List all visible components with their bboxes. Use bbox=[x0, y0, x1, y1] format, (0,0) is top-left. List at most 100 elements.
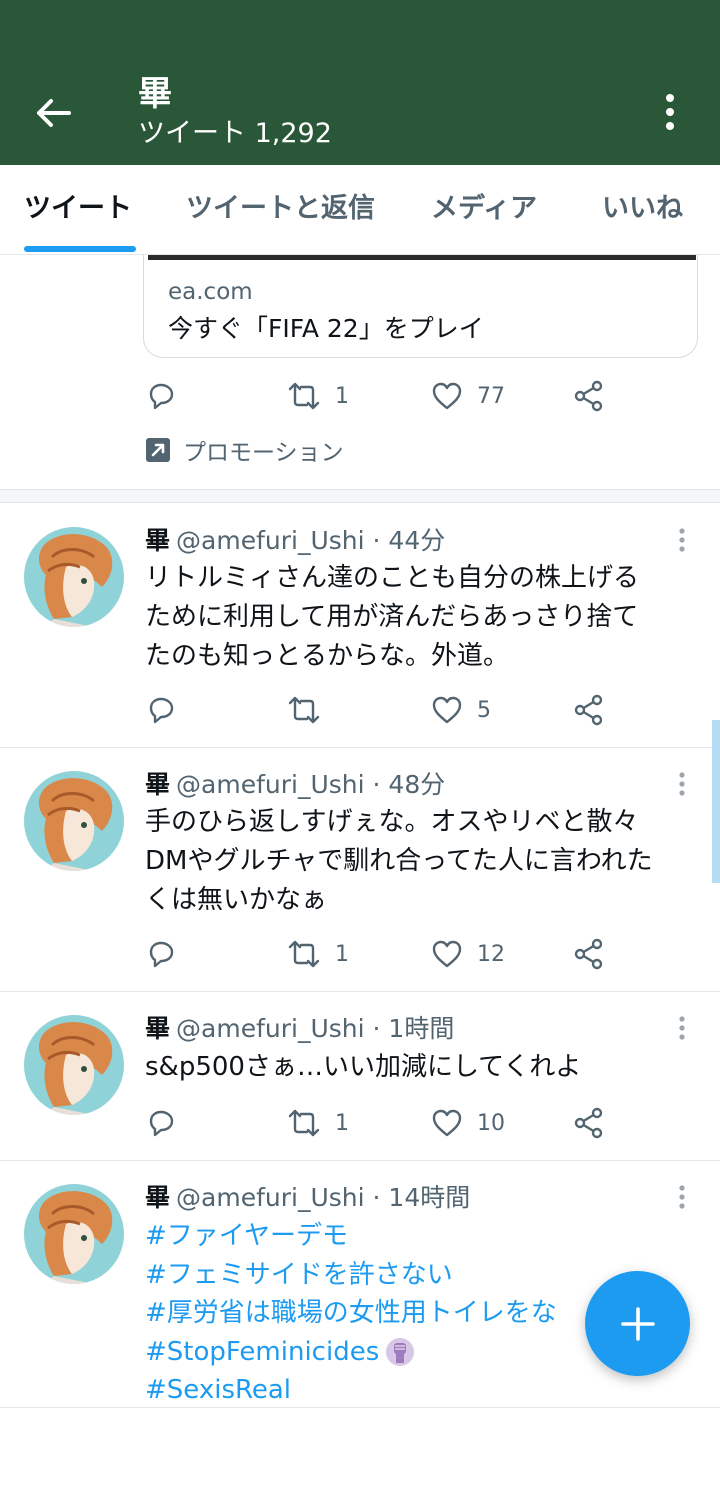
share-button[interactable] bbox=[573, 378, 605, 414]
app-header: 畢 ツイート 1,292 bbox=[0, 0, 720, 165]
tweet-text: 手のひら返しすげぇな。オスやリベと散々 DMやグルチャで馴れ合ってた人に言われた… bbox=[145, 803, 700, 920]
link-domain: ea.com bbox=[168, 279, 253, 305]
reply-button[interactable] bbox=[145, 692, 177, 728]
heart-icon bbox=[432, 1109, 462, 1137]
tab-media[interactable]: メディア bbox=[431, 191, 537, 227]
like-button[interactable]: 77 bbox=[431, 378, 505, 414]
tab-tweets[interactable]: ツイート bbox=[24, 191, 132, 227]
reply-icon bbox=[149, 697, 174, 724]
tweet-header: 畢 @amefuri_Ushi · 44分 bbox=[145, 525, 445, 557]
hashtag-link[interactable]: #StopFeminicides bbox=[145, 1333, 379, 1372]
share-button[interactable] bbox=[573, 692, 605, 728]
back-button[interactable] bbox=[30, 90, 76, 136]
reply-button[interactable] bbox=[145, 1105, 177, 1141]
tweet-header: 畢 @amefuri_Ushi · 14時間 bbox=[145, 1182, 470, 1214]
tweet-text-line: ために利用して用が済んだらあっさり捨て bbox=[145, 602, 639, 632]
tweet-text-line: DMやグルチャで馴れ合ってた人に言われた bbox=[145, 846, 653, 876]
retweet-count: 1 bbox=[335, 941, 349, 967]
scrollbar[interactable] bbox=[712, 720, 720, 883]
reply-icon bbox=[149, 1110, 174, 1137]
like-button[interactable]: 12 bbox=[431, 936, 505, 972]
reply-icon bbox=[149, 941, 174, 968]
avatar-image bbox=[24, 771, 124, 871]
hashtag-link[interactable]: #SexisReal bbox=[145, 1371, 700, 1410]
vertical-dots-icon bbox=[679, 772, 685, 796]
arrow-left-icon bbox=[37, 99, 71, 127]
share-icon bbox=[574, 694, 603, 726]
avatar-image bbox=[24, 527, 124, 627]
reply-icon bbox=[149, 383, 174, 410]
avatar[interactable] bbox=[24, 1015, 124, 1115]
avatar[interactable] bbox=[24, 771, 124, 871]
tweet[interactable]: 畢 @amefuri_Ushi · 44分 リトルミィさん達のことも自分の株上げる… bbox=[0, 505, 720, 747]
tweet-text: s&p500さぁ…いい加減にしてくれよ bbox=[145, 1048, 700, 1087]
display-name[interactable]: 畢 bbox=[145, 770, 170, 799]
tweet-menu-button[interactable] bbox=[672, 769, 692, 799]
retweet-button[interactable] bbox=[287, 692, 335, 728]
avatar[interactable] bbox=[24, 1184, 124, 1284]
timestamp[interactable]: · 1時間 bbox=[373, 1014, 455, 1043]
retweet-icon bbox=[288, 940, 320, 968]
retweet-button[interactable]: 1 bbox=[287, 936, 349, 972]
section-divider bbox=[0, 489, 720, 503]
avatar[interactable] bbox=[24, 527, 124, 627]
share-button[interactable] bbox=[573, 1105, 605, 1141]
tab-tweets-and-replies[interactable]: ツイートと返信 bbox=[186, 191, 375, 227]
handle[interactable]: @amefuri_Ushi bbox=[176, 526, 365, 555]
like-count: 12 bbox=[477, 941, 505, 967]
retweet-count: 1 bbox=[335, 1110, 349, 1136]
share-icon bbox=[574, 380, 603, 412]
avatar-image bbox=[24, 1184, 124, 1284]
timestamp[interactable]: · 44分 bbox=[373, 526, 446, 555]
vertical-dots-icon bbox=[679, 528, 685, 552]
handle[interactable]: @amefuri_Ushi bbox=[176, 1183, 365, 1212]
hashtag-link[interactable]: #ファイヤーデモ bbox=[145, 1217, 700, 1256]
more-options-button[interactable] bbox=[652, 92, 688, 132]
retweet-button[interactable]: 1 bbox=[287, 1105, 349, 1141]
tweet-header: 畢 @amefuri_Ushi · 1時間 bbox=[145, 1013, 454, 1045]
like-count: 77 bbox=[477, 383, 505, 409]
link-card[interactable]: ea.com 今すぐ「FIFA 22」をプレイ bbox=[143, 255, 698, 358]
tweet-menu-button[interactable] bbox=[672, 1013, 692, 1043]
like-button[interactable]: 5 bbox=[431, 692, 491, 728]
vertical-dots-icon bbox=[666, 94, 674, 130]
promoted-icon bbox=[146, 438, 170, 462]
tweet[interactable]: 畢 @amefuri_Ushi · 1時間 s&p500さぁ…いい加減にしてくれよ… bbox=[0, 992, 720, 1160]
tweet-actions: 5 bbox=[145, 692, 615, 728]
reply-button[interactable] bbox=[145, 378, 177, 414]
tweet-actions: 1 10 bbox=[145, 1105, 615, 1141]
handle[interactable]: @amefuri_Ushi bbox=[176, 770, 365, 799]
vertical-dots-icon bbox=[679, 1016, 685, 1040]
profile-title: 畢 bbox=[138, 74, 172, 114]
display-name[interactable]: 畢 bbox=[145, 1183, 170, 1212]
tweet-menu-button[interactable] bbox=[672, 1182, 692, 1212]
avatar-image bbox=[24, 1015, 124, 1115]
profile-tabs: ツイート ツイートと返信 メディア いいね bbox=[0, 165, 720, 255]
display-name[interactable]: 畢 bbox=[145, 526, 170, 555]
promoted-label: プロモーション bbox=[145, 434, 344, 466]
like-button[interactable]: 10 bbox=[431, 1105, 505, 1141]
heart-icon bbox=[432, 696, 462, 724]
handle[interactable]: @amefuri_Ushi bbox=[176, 1014, 365, 1043]
timestamp[interactable]: · 14時間 bbox=[373, 1183, 471, 1212]
tweet-text: リトルミィさん達のことも自分の株上げる ために利用して用が済んだらあっさり捨て … bbox=[145, 559, 700, 676]
share-button[interactable] bbox=[573, 936, 605, 972]
retweet-button[interactable]: 1 bbox=[287, 378, 349, 414]
retweet-icon bbox=[288, 1109, 320, 1137]
like-count: 5 bbox=[477, 697, 491, 723]
tweet-text-line: リトルミィさん達のことも自分の株上げる bbox=[145, 563, 640, 593]
timestamp[interactable]: · 48分 bbox=[373, 770, 446, 799]
tweet-menu-button[interactable] bbox=[672, 525, 692, 555]
tweet-text-line: 手のひら返しすげぇな。オスやリベと散々 bbox=[145, 807, 639, 837]
vertical-dots-icon bbox=[679, 1185, 685, 1209]
promoted-text: プロモーション bbox=[183, 440, 344, 466]
reply-button[interactable] bbox=[145, 936, 177, 972]
heart-icon bbox=[432, 382, 462, 410]
compose-tweet-button[interactable] bbox=[585, 1271, 690, 1376]
link-title: 今すぐ「FIFA 22」をプレイ bbox=[168, 314, 484, 343]
tab-likes[interactable]: いいね bbox=[602, 191, 683, 227]
tweet-divider bbox=[0, 1407, 720, 1408]
tweet[interactable]: 畢 @amefuri_Ushi · 48分 手のひら返しすげぇな。オスやリベと散々… bbox=[0, 748, 720, 991]
display-name[interactable]: 畢 bbox=[145, 1014, 170, 1043]
raised-fist-emoji-icon bbox=[386, 1337, 415, 1366]
